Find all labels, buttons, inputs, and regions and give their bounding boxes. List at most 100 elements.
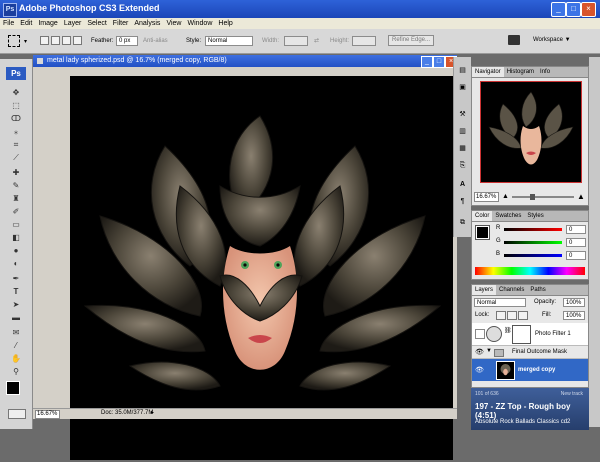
tab-color[interactable]: Color [472,211,493,221]
menu-view[interactable]: View [163,18,184,29]
status-menu-icon[interactable]: ▸ [151,409,154,416]
fill-input[interactable]: 100% [563,311,585,320]
marquee-tool-icon[interactable]: ⬚ [5,100,27,111]
hand-tool-icon[interactable]: ✋ [5,353,27,364]
menu-analysis[interactable]: Analysis [131,18,163,29]
quick-mask-icon[interactable] [8,409,26,419]
history-panel-icon[interactable]: ▥ [457,126,468,137]
foreground-color-swatch[interactable] [6,381,20,395]
navigator-zoom-input[interactable]: 16.67% [474,192,499,202]
close-button[interactable]: × [581,2,596,17]
character-panel-icon[interactable]: A [457,179,468,190]
history-brush-icon[interactable]: ✐ [5,206,27,217]
lock-pixels-icon[interactable] [507,311,517,320]
color-spectrum-bar[interactable] [475,267,585,275]
measurement-panel-icon[interactable]: ⧉ [457,217,468,228]
clone-stamp-icon[interactable]: ♜ [5,193,27,204]
magic-wand-icon[interactable]: ⁎ [5,126,27,137]
panel-scrollbar[interactable] [589,57,600,427]
eyedropper-icon[interactable]: ⁄ [5,340,27,351]
red-slider[interactable] [504,228,562,231]
blue-slider[interactable] [504,254,562,257]
bridge-icon[interactable] [508,35,520,45]
menu-help[interactable]: Help [215,18,235,29]
tab-info[interactable]: Info [537,67,553,77]
paragraph-panel-icon[interactable]: ¶ [457,196,468,207]
pen-tool-icon[interactable]: ✒ [5,273,27,284]
intersect-selection-icon[interactable] [73,36,82,45]
zoom-input[interactable]: 16.67% [35,410,60,419]
zoom-tool-icon[interactable]: ⚲ [5,366,27,377]
tool-preset-dropdown-icon[interactable]: ▾ [24,38,27,45]
shape-tool-icon[interactable]: ▬ [5,312,27,323]
tab-channels[interactable]: Channels [496,285,527,295]
image-canvas[interactable] [70,76,453,460]
menu-file[interactable]: File [0,18,17,29]
visibility-toggle[interactable] [475,329,485,339]
blue-value-input[interactable]: 0 [566,251,586,260]
height-input[interactable] [352,36,376,46]
menu-layer[interactable]: Layer [61,18,85,29]
menu-select[interactable]: Select [84,18,109,29]
green-value-input[interactable]: 0 [566,238,586,247]
brush-tool-icon[interactable]: ✎ [5,180,27,191]
tab-swatches[interactable]: Swatches [492,211,524,221]
tab-layers[interactable]: Layers [472,285,497,295]
new-selection-icon[interactable] [40,36,49,45]
crop-tool-icon[interactable]: ⌗ [5,139,27,150]
menu-filter[interactable]: Filter [110,18,132,29]
swap-icon[interactable]: ⇄ [314,37,319,44]
notes-tool-icon[interactable]: ✉ [5,327,27,338]
layer-row-selected[interactable]: 👁 merged copy [472,359,588,381]
layer-row[interactable]: ⛓ Photo Filter 1 [472,323,588,346]
opacity-input[interactable]: 100% [563,298,585,307]
marquee-tool-icon[interactable] [8,35,20,47]
blur-tool-icon[interactable]: ● [5,245,27,256]
tab-histogram[interactable]: Histogram [504,67,537,77]
workspace-button[interactable]: Workspace ▼ [533,37,571,43]
doc-minimize-button[interactable]: _ [421,56,433,68]
tab-styles[interactable]: Styles [524,211,546,221]
add-selection-icon[interactable] [51,36,60,45]
tab-paths[interactable]: Paths [527,285,548,295]
refine-edge-button[interactable]: Refine Edge... [388,35,434,46]
lock-transparency-icon[interactable] [496,311,506,320]
lock-position-icon[interactable] [518,311,528,320]
feather-input[interactable]: 0 px [116,36,138,46]
menu-window[interactable]: Window [184,18,215,29]
minimize-button[interactable]: _ [551,2,566,17]
menu-edit[interactable]: Edit [17,18,35,29]
color-fg-swatch[interactable] [475,225,490,240]
width-input[interactable] [284,36,308,46]
menu-image[interactable]: Image [35,18,60,29]
dodge-tool-icon[interactable]: ◐ [5,258,27,269]
healing-brush-icon[interactable]: ✚ [5,167,27,178]
subtract-selection-icon[interactable] [62,36,71,45]
path-selection-icon[interactable]: ➤ [5,299,27,310]
zoom-in-icon[interactable]: ▲ [577,192,585,201]
navigator-thumbnail[interactable] [480,81,582,183]
gradient-tool-icon[interactable]: ◧ [5,232,27,243]
clone-source-icon[interactable]: ⎘ [457,160,468,171]
move-tool-icon[interactable]: ✥ [5,87,27,98]
tab-navigator[interactable]: Navigator [472,67,504,77]
eye-icon[interactable]: 👁 [475,366,484,374]
type-tool-icon[interactable]: T [5,286,27,297]
style-select[interactable]: Normal [205,36,253,46]
navigator-zoom-slider[interactable] [512,196,574,198]
eye-icon[interactable]: 👁 [475,348,484,356]
brushes-panel-icon[interactable]: ▤ [457,65,468,76]
layer-mask-thumbnail[interactable] [512,325,531,344]
green-slider[interactable] [504,241,562,244]
layer-group-row[interactable]: 👁 ▼ Final Outcome Mask [472,346,588,359]
antialias-checkbox[interactable]: Anti-alias [143,38,168,44]
blend-mode-select[interactable]: Normal [474,298,526,307]
actions-panel-icon[interactable]: ⚒ [457,109,468,120]
eraser-tool-icon[interactable]: ▭ [5,219,27,230]
group-expand-icon[interactable]: ▼ [486,348,492,354]
navigator-slider-thumb[interactable] [530,194,535,200]
maximize-button[interactable]: □ [566,2,581,17]
zoom-out-icon[interactable]: ▲ [502,193,509,200]
red-value-input[interactable]: 0 [566,225,586,234]
layer-comps-icon[interactable]: ▦ [457,143,468,154]
